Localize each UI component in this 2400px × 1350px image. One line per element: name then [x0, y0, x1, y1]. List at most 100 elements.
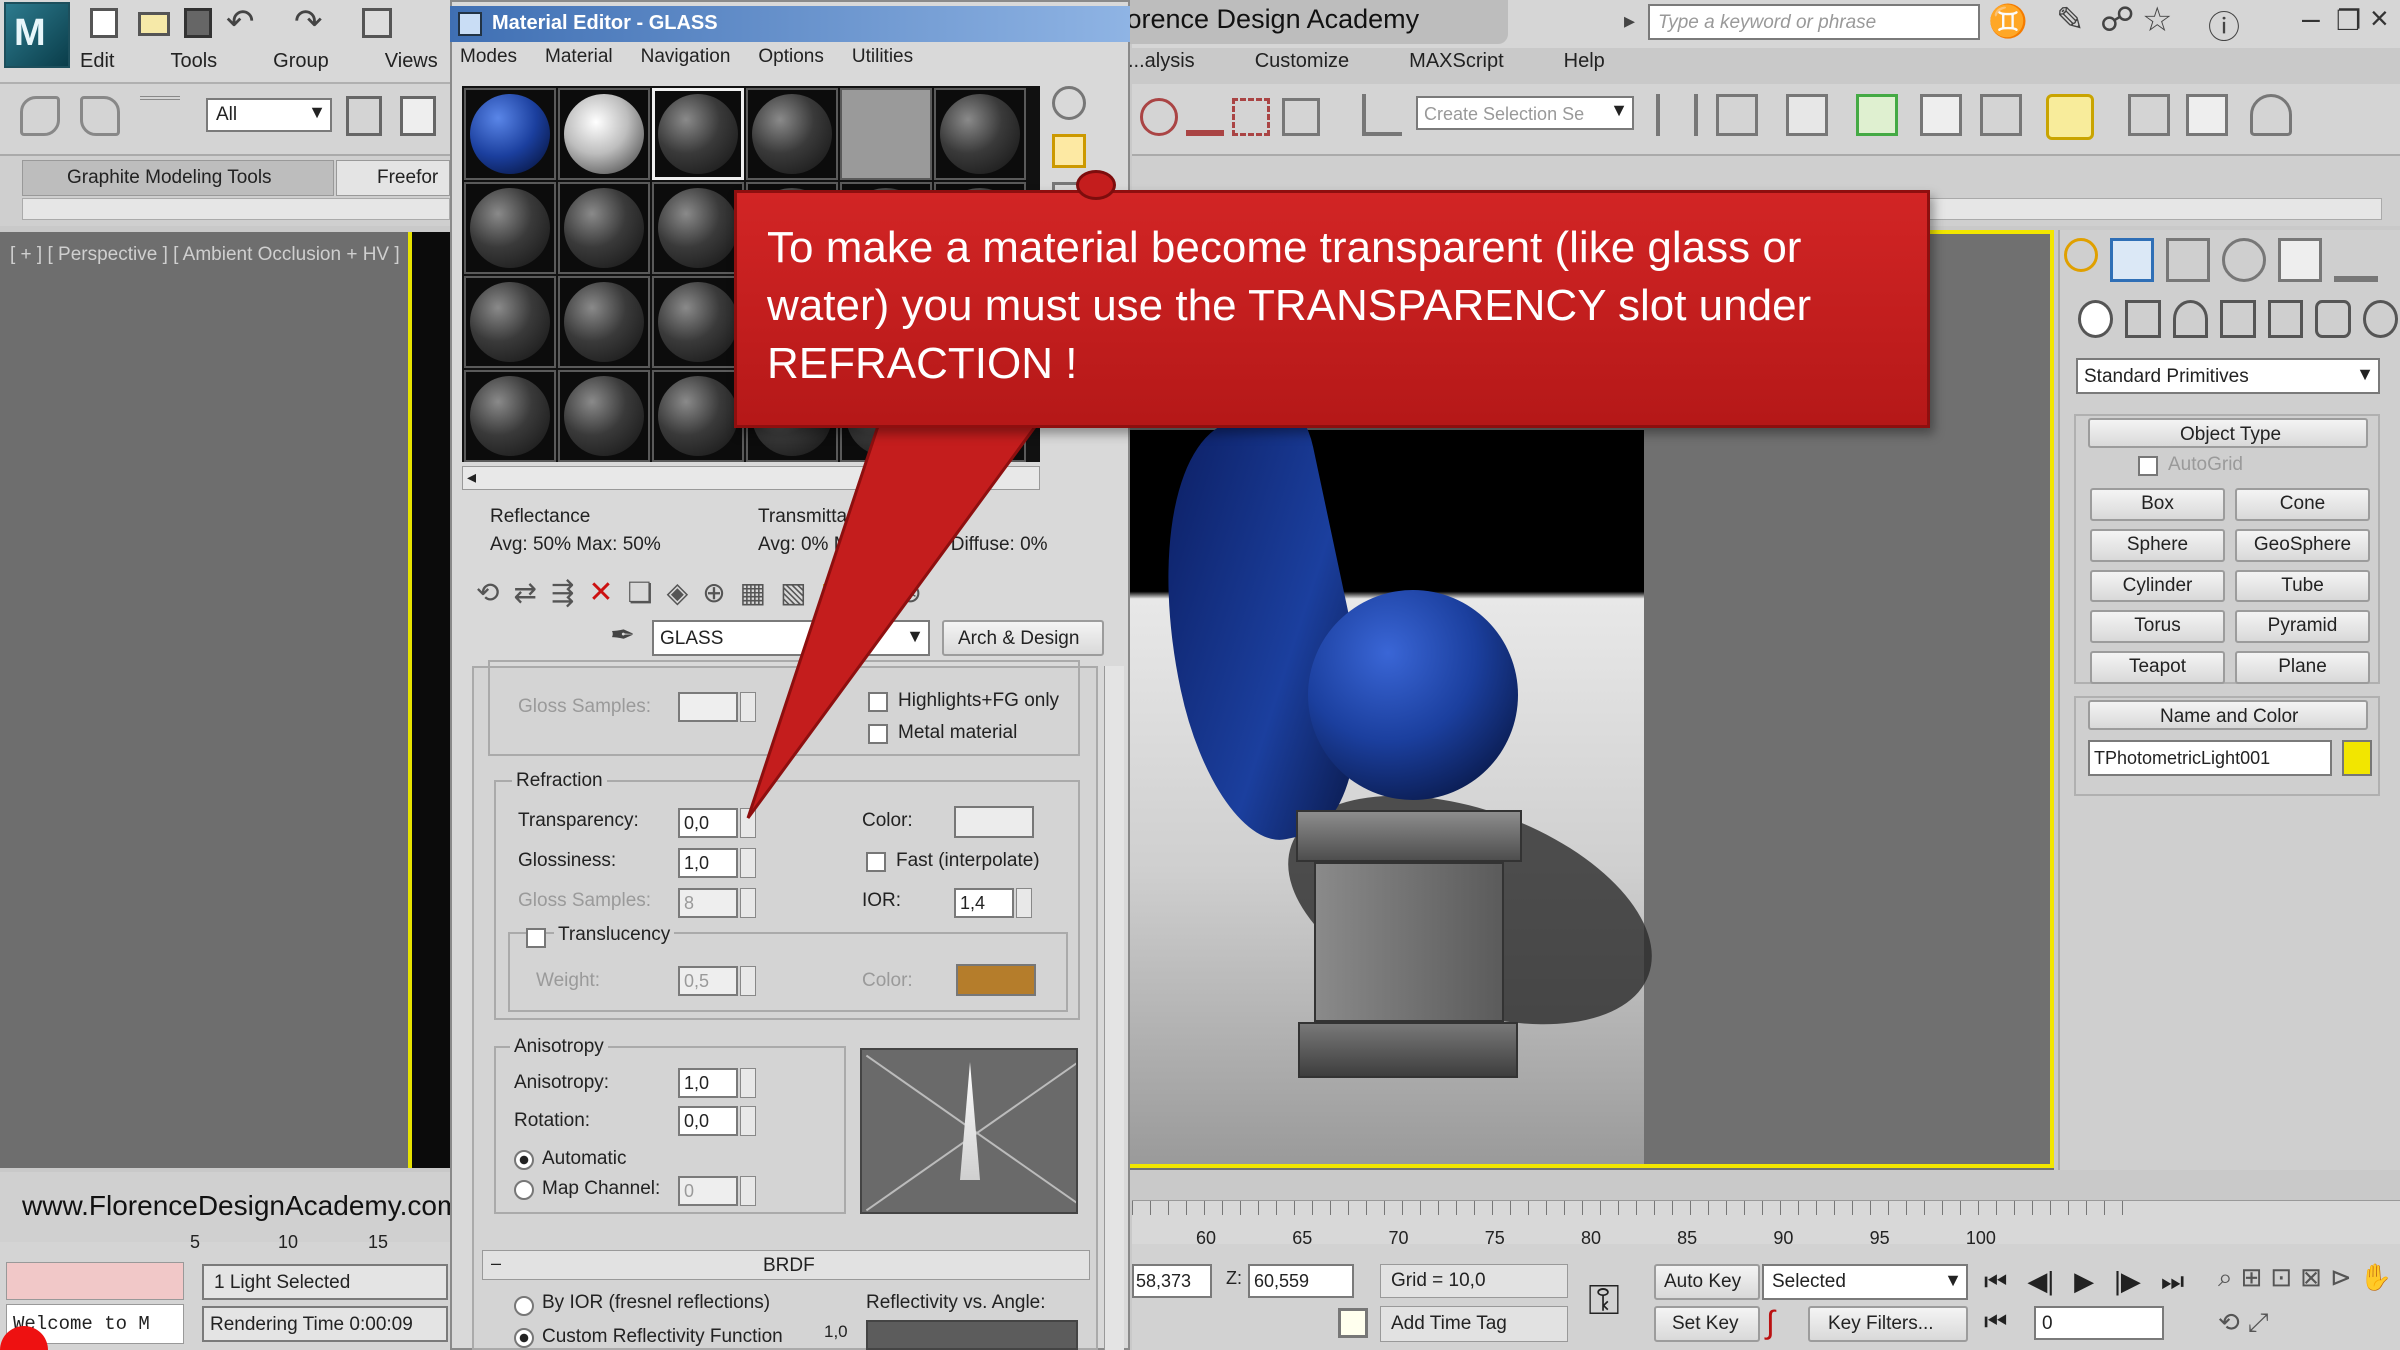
ribbon-tab-freeform[interactable]: Freefor	[336, 160, 450, 196]
weight-spinner[interactable]	[740, 966, 756, 996]
helpers-icon[interactable]	[2267, 300, 2304, 338]
refraction-color-swatch[interactable]	[954, 806, 1034, 838]
refract-gloss-samples-spinner[interactable]	[740, 888, 756, 918]
key-filters-button[interactable]: Key Filters...	[1808, 1306, 1968, 1342]
sample-slot-glass[interactable]	[464, 88, 556, 180]
sample-slot[interactable]	[558, 182, 650, 274]
me-menu-utilities[interactable]: Utilities	[852, 46, 913, 76]
cylinder-button[interactable]: Cylinder	[2090, 569, 2225, 603]
primitive-type-dropdown[interactable]: Standard Primitives ▼	[2076, 358, 2380, 394]
mirror-icon[interactable]	[1656, 94, 1698, 136]
sample-slot[interactable]	[652, 276, 744, 368]
schematic-view-icon[interactable]	[1980, 94, 2022, 136]
copy-material-icon[interactable]: ❏	[628, 576, 653, 609]
save-icon[interactable]	[184, 8, 212, 38]
sample-slot[interactable]	[652, 370, 744, 462]
zoom-all-icon[interactable]: ⊞	[2241, 1262, 2263, 1301]
get-material-icon[interactable]: ⟲	[476, 576, 499, 609]
motion-tab-icon[interactable]	[2222, 238, 2266, 282]
project-icon[interactable]	[362, 8, 392, 38]
tube-button[interactable]: Tube	[2235, 569, 2370, 603]
plane-button[interactable]: Plane	[2235, 651, 2370, 684]
geosphere-button[interactable]: GeoSphere	[2235, 528, 2370, 562]
ribbon-tab-graphite[interactable]: Graphite Modeling Tools	[22, 160, 334, 196]
search-input[interactable]: Type a keyword or phrase	[1648, 4, 1980, 40]
custom-reflectivity-radio[interactable]	[514, 1328, 534, 1348]
pan-icon[interactable]: ✋	[2360, 1262, 2392, 1301]
help-icon[interactable]: ⓘ	[2208, 2, 2240, 48]
shapes-icon[interactable]	[2125, 300, 2161, 338]
render-production-icon[interactable]	[2250, 94, 2292, 136]
open-file-icon[interactable]	[138, 12, 170, 36]
sample-slot[interactable]	[934, 88, 1026, 180]
sample-slots-scrollbar[interactable]: ◂	[462, 466, 1040, 490]
edit-named-selection-icon[interactable]	[1362, 94, 1402, 136]
selection-filter-dropdown[interactable]: All ▼	[206, 98, 332, 132]
menu-help[interactable]: Help	[1564, 50, 1605, 84]
systems-icon[interactable]	[2362, 300, 2398, 338]
glossiness-spinner[interactable]	[740, 848, 756, 878]
menu-analysis[interactable]: ...alysis	[1128, 50, 1195, 84]
reflect-gloss-samples-spinner[interactable]	[740, 692, 756, 722]
set-key-mode-icon[interactable]: ∫	[1766, 1304, 1775, 1341]
weight-field[interactable]: 0,5	[678, 966, 738, 996]
eyedropper-icon[interactable]: ✒	[610, 618, 635, 653]
unlink-icon[interactable]	[80, 96, 120, 136]
glossiness-field[interactable]: 1,0	[678, 848, 738, 878]
sample-slot[interactable]	[558, 370, 650, 462]
menu-edit[interactable]: Edit	[80, 50, 114, 82]
select-by-name-icon[interactable]	[400, 96, 436, 136]
hierarchy-tab-icon[interactable]	[2166, 238, 2210, 282]
anisotropy-spinner[interactable]	[740, 1068, 756, 1098]
select-link-icon[interactable]	[20, 96, 60, 136]
sample-slot[interactable]	[746, 88, 838, 180]
map-channel-radio[interactable]	[514, 1180, 534, 1200]
reflect-gloss-samples-field[interactable]	[678, 692, 738, 722]
rotation-spinner[interactable]	[740, 1106, 756, 1136]
maxscript-mini-listener-pink[interactable]	[6, 1262, 184, 1300]
refract-gloss-samples-field[interactable]: 8	[678, 888, 738, 918]
sample-slot-active[interactable]	[652, 88, 744, 180]
align-icon[interactable]	[1716, 94, 1758, 136]
reset-map-icon[interactable]: ✕	[588, 575, 613, 610]
name-color-header[interactable]: Name and Color	[2088, 700, 2368, 730]
me-menu-material[interactable]: Material	[545, 46, 613, 76]
pyramid-button[interactable]: Pyramid	[2235, 610, 2370, 644]
sample-type-icon[interactable]	[1052, 86, 1086, 120]
sample-slot[interactable]	[464, 276, 556, 368]
ior-field[interactable]: 1,4	[954, 888, 1014, 918]
transparency-field[interactable]: 0,0	[678, 808, 738, 838]
key-mode-dropdown[interactable]: Selected ▼	[1762, 1264, 1968, 1300]
show-map-icon[interactable]: ▧	[780, 576, 806, 609]
highlights-fg-checkbox[interactable]	[868, 692, 888, 712]
favorites-star-icon[interactable]: ☆	[2142, 0, 2172, 40]
undo-icon[interactable]: ↶	[226, 2, 255, 42]
me-menu-options[interactable]: Options	[758, 46, 823, 76]
object-name-input[interactable]: TPhotometricLight001	[2088, 740, 2332, 776]
fast-interpolate-checkbox[interactable]	[866, 852, 886, 872]
orbit-icon[interactable]: ⟲	[2218, 1307, 2240, 1346]
maximize-viewport-icon[interactable]: ⤢	[2248, 1307, 2269, 1346]
spinner-snap-icon[interactable]	[1282, 98, 1320, 136]
light-bulb-icon[interactable]	[2064, 238, 2098, 272]
material-id-icon[interactable]: ▦	[740, 576, 766, 609]
select-and-rotate-icon[interactable]	[1140, 98, 1178, 136]
auto-key-button[interactable]: Auto Key	[1654, 1264, 1760, 1300]
space-warps-icon[interactable]	[2315, 300, 2351, 338]
map-channel-field[interactable]: 0	[678, 1176, 738, 1206]
transparency-spinner[interactable]	[740, 808, 756, 838]
coord-x-field[interactable]: 58,373	[1132, 1264, 1212, 1298]
assign-to-selection-icon[interactable]: ⇶	[551, 576, 574, 609]
automatic-radio[interactable]	[514, 1150, 534, 1170]
box-button[interactable]: Box	[2090, 488, 2225, 521]
make-unique-icon[interactable]: ◈	[667, 576, 689, 609]
cone-button[interactable]: Cone	[2235, 488, 2370, 521]
sample-slot[interactable]	[464, 370, 556, 462]
menu-maxscript[interactable]: MAXScript	[1409, 50, 1503, 84]
next-frame-icon[interactable]: |▶	[2114, 1266, 2141, 1300]
go-to-end-icon[interactable]: ⏭	[2161, 1266, 2184, 1300]
layer-manager-icon[interactable]	[1786, 94, 1828, 136]
previous-frame-icon[interactable]: ◀|	[2027, 1266, 2054, 1300]
rotation-field[interactable]: 0,0	[678, 1106, 738, 1136]
parameters-scrollbar[interactable]	[1104, 666, 1124, 1350]
